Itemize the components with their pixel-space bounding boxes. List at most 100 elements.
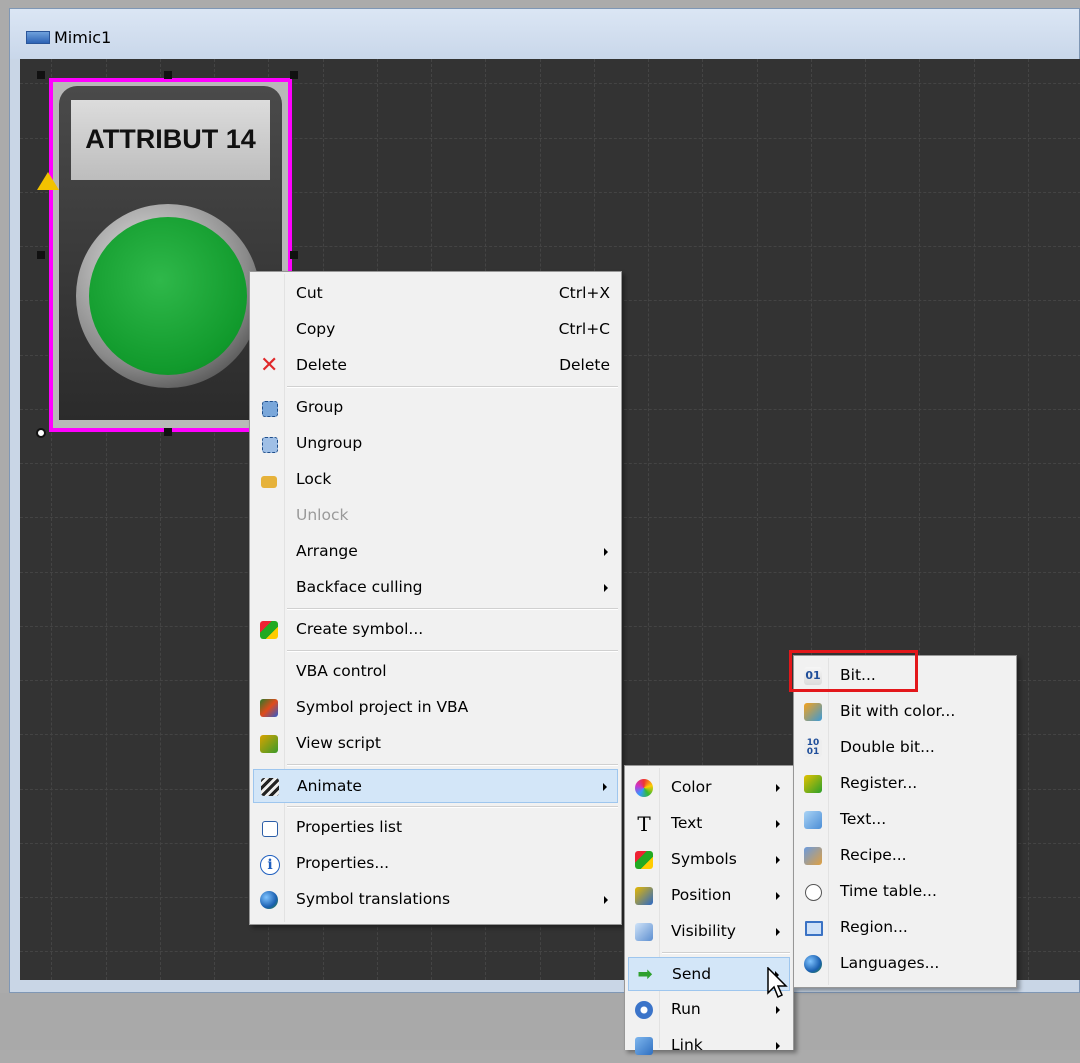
menu-item-label: Send [672,965,712,983]
link-icon [635,1037,653,1055]
submenu-arrow-icon [776,892,780,900]
menu-item-create-symbol[interactable]: Create symbol... [253,613,618,647]
menu-item-label: Position [671,886,732,904]
rotate-handle[interactable] [36,428,46,438]
menu-item-arrange[interactable]: Arrange [253,535,618,569]
menu-item-properties-list[interactable]: Properties list [253,811,618,845]
menu-item-symbol-project-vba[interactable]: Symbol project in VBA [253,691,618,725]
menu-item-label: Visibility [671,922,736,940]
menu-item-label: Double bit... [840,738,935,756]
create-symbol-icon [260,621,278,639]
menu-item-time-table[interactable]: Time table... [797,875,1013,909]
menu-item-shortcut: Ctrl+C [558,320,610,338]
menu-item-animate[interactable]: Animate [253,769,618,803]
menu-item-shortcut: Ctrl+X [558,284,610,302]
text-send-icon [804,811,822,829]
menu-item-copy[interactable]: Copy Ctrl+C [253,313,618,347]
properties-list-icon [262,821,278,837]
menu-item-link[interactable]: Link [628,1029,790,1063]
menu-item-label: Group [296,398,344,416]
resize-handle[interactable] [164,428,172,436]
text-t-icon: T [637,812,651,836]
resize-handle[interactable] [290,251,298,259]
menu-item-label: Link [671,1036,703,1054]
menu-item-ungroup[interactable]: Ungroup [253,427,618,461]
green-arrow-icon: ➡ [637,964,653,985]
bit-color-icon [804,703,822,721]
menu-item-languages[interactable]: Languages... [797,947,1013,981]
menu-item-register[interactable]: Register... [797,767,1013,801]
submenu-arrow-icon [776,856,780,864]
menu-item-bit-with-color[interactable]: Bit with color... [797,695,1013,729]
group-icon [262,401,278,417]
resize-handle[interactable] [290,71,298,79]
menu-item-label: Register... [840,774,918,792]
menu-item-label: Properties... [296,854,390,872]
warning-icon [37,172,59,190]
menu-item-label: Properties list [296,818,403,836]
menu-item-double-bit[interactable]: 10 01 Double bit... [797,731,1013,765]
menu-item-shortcut: Delete [559,356,610,374]
symbols-icon [635,851,653,869]
menu-item-visibility[interactable]: Visibility [628,915,790,949]
menu-item-delete[interactable]: ✕ Delete Delete [253,349,618,383]
menu-item-color[interactable]: Color [628,771,790,805]
recipe-icon [804,847,822,865]
submenu-arrow-icon [776,1006,780,1014]
menu-item-label: Recipe... [840,846,907,864]
button-ring [76,204,260,388]
menu-item-label: Cut [296,284,323,302]
menu-item-label: Arrange [296,542,358,560]
menu-item-label: Create symbol... [296,620,424,638]
menu-item-label: Symbol project in VBA [296,698,469,716]
menu-item-text[interactable]: T Text [628,807,790,841]
menu-item-text-send[interactable]: Text... [797,803,1013,837]
menu-item-unlock: Unlock [253,499,618,533]
padlock-icon [261,476,277,488]
menu-item-label: Lock [296,470,332,488]
languages-icon [804,955,822,973]
resize-handle[interactable] [37,71,45,79]
menu-item-backface-culling[interactable]: Backface culling [253,571,618,605]
resize-handle[interactable] [37,251,45,259]
menu-item-label: Region... [840,918,908,936]
animate-submenu: Color T Text Symbols Position Visibility… [624,765,794,1055]
menu-item-recipe[interactable]: Recipe... [797,839,1013,873]
vba-project-icon [260,699,278,717]
globe-icon [260,891,278,909]
menu-item-label: Symbol translations [296,890,451,908]
mimic-icon [26,31,50,44]
menu-item-label: Unlock [296,506,349,524]
menu-item-lock[interactable]: Lock [253,463,618,497]
menu-item-label: Delete [296,356,347,374]
submenu-arrow-icon [603,783,607,791]
symbol-label: ATTRIBUT 14 [71,100,270,180]
menu-item-view-script[interactable]: View script [253,727,618,761]
menu-item-label: Symbols [671,850,737,868]
menu-item-symbol-translations[interactable]: Symbol translations [253,883,618,917]
menu-item-vba-control[interactable]: VBA control [253,655,618,689]
highlight-callout [789,650,918,692]
resize-handle[interactable] [164,71,172,79]
menu-item-label: View script [296,734,381,752]
submenu-arrow-icon [776,1042,780,1050]
submenu-arrow-icon [604,548,608,556]
menu-item-label: Time table... [840,882,937,900]
status-area [0,993,1080,1050]
menu-item-send[interactable]: ➡ Send [628,957,790,991]
menu-item-run[interactable]: Run [628,993,790,1027]
window-titlebar[interactable]: Mimic1 [10,9,1079,59]
menu-item-cut[interactable]: Cut Ctrl+X [253,277,618,311]
green-button [89,217,247,375]
visibility-icon [635,923,653,941]
red-x-icon: ✕ [260,353,279,378]
register-icon [804,775,822,793]
submenu-arrow-icon [776,784,780,792]
menu-item-position[interactable]: Position [628,879,790,913]
menu-item-symbols[interactable]: Symbols [628,843,790,877]
menu-item-properties[interactable]: i Properties... [253,847,618,881]
menu-item-region[interactable]: Region... [797,911,1013,945]
menu-item-group[interactable]: Group [253,391,618,425]
menu-item-label: Text... [840,810,887,828]
submenu-arrow-icon [776,928,780,936]
